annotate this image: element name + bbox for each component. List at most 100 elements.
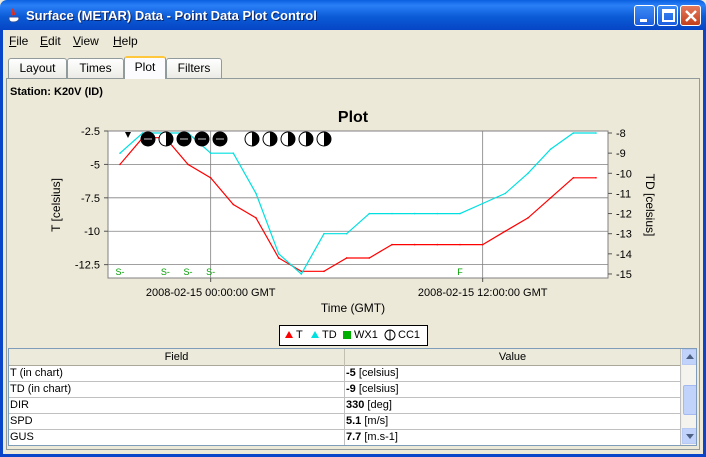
arrow-up-icon [686, 354, 694, 359]
point-marker-icon [285, 331, 293, 338]
right-tick-label: -9 [616, 148, 626, 160]
weather-marker: F [457, 267, 463, 277]
table-header: Field Value [9, 349, 681, 366]
window-title: Surface (METAR) Data - Point Data Plot C… [26, 8, 317, 23]
right-tick-label: -13 [616, 229, 632, 241]
field-cell: T (in chart) [9, 366, 345, 382]
left-tick-label: -10 [84, 226, 100, 238]
value-cell: 5.1 [m/s] [345, 414, 681, 430]
station-label: Station: K20V (ID) [10, 86, 103, 98]
column-header-field[interactable]: Field [9, 349, 345, 366]
left-axis-label: T [celsius] [49, 178, 63, 232]
field-value-table[interactable]: Field Value T (in chart) -5 [celsius] TD… [8, 348, 697, 446]
data-point-td [595, 132, 597, 134]
weather-marker: S- [206, 267, 215, 277]
x-axis: 2008-02-15 00:00:00 GMT 2008-02-15 12:00:… [146, 278, 548, 299]
data-point-td [368, 212, 371, 215]
square-icon [343, 331, 351, 339]
data-point-t [323, 270, 325, 273]
scroll-down-button[interactable] [682, 428, 696, 444]
data-point-td [527, 172, 529, 175]
x-tick-label: 2008-02-15 12:00:00 GMT [418, 287, 548, 299]
data-point-t [572, 176, 575, 179]
tab-filters[interactable]: Filters [166, 58, 222, 78]
right-tick-label: -11 [616, 188, 631, 200]
right-tick-label: -10 [616, 168, 632, 180]
chart-title: Plot [338, 109, 369, 126]
data-point-td [436, 212, 439, 215]
data-point-td [504, 192, 507, 195]
tab-plot[interactable]: Plot [124, 56, 166, 79]
java-app-icon [8, 8, 20, 23]
data-point-t [187, 163, 189, 166]
plot-area [107, 130, 609, 279]
tab-times[interactable]: Times [67, 58, 124, 78]
data-point-td [255, 192, 257, 195]
right-tick-label: -12 [616, 209, 632, 221]
data-point-td [300, 273, 303, 275]
data-point-t [209, 176, 212, 179]
arrow-down-icon [686, 434, 694, 439]
data-point-td [345, 232, 348, 235]
tab-layout[interactable]: Layout [8, 58, 67, 78]
field-cell: DIR [9, 398, 345, 414]
table-row[interactable]: TD (in chart) -9 [celsius] [9, 382, 681, 398]
data-point-td [572, 132, 575, 134]
right-axis-label: TD [celsius] [643, 174, 657, 237]
weather-marker: S- [184, 267, 193, 277]
close-button[interactable] [680, 5, 701, 26]
maximize-button[interactable] [657, 5, 678, 26]
data-point-td [391, 212, 393, 215]
field-cell: SPD [9, 414, 345, 430]
data-point-t [527, 217, 529, 219]
data-point-t [232, 203, 235, 206]
value-cell: 330 [deg] [345, 398, 681, 414]
data-point-td [549, 148, 552, 150]
table-scrollbar[interactable] [681, 349, 696, 445]
menu-view[interactable]: View [73, 34, 99, 48]
value-cell: -9 [celsius] [345, 382, 681, 398]
data-point-td [481, 202, 484, 205]
menu-bar: File Edit View Help [3, 30, 703, 52]
right-axis: -8 -9 -10 -11 -12 -13 -14 -15 [608, 128, 632, 281]
column-header-value[interactable]: Value [345, 349, 681, 366]
minimize-icon [640, 19, 647, 22]
data-point-t [391, 243, 393, 246]
data-point-t [255, 217, 257, 219]
value-cell: 7.7 [m.s-1] [345, 430, 681, 445]
point-marker-icon [311, 331, 319, 338]
data-point-td [232, 152, 235, 154]
field-cell: GUS [9, 430, 345, 445]
data-point-td [323, 232, 325, 235]
left-tick-label: -5 [90, 159, 100, 171]
menu-edit[interactable]: Edit [40, 34, 61, 48]
scroll-thumb[interactable] [683, 385, 696, 415]
left-tick-label: -12.5 [75, 260, 100, 272]
menu-help[interactable]: Help [113, 34, 138, 48]
cloud-cover-icon [384, 329, 396, 341]
left-axis: -2.5 -5 -7.5 -10 -12.5 [75, 126, 108, 272]
data-point-td [413, 212, 416, 215]
data-point-t [345, 257, 348, 259]
data-point-td [459, 212, 461, 215]
data-point-td [209, 152, 212, 154]
scroll-up-button[interactable] [682, 349, 696, 365]
title-bar[interactable]: Surface (METAR) Data - Point Data Plot C… [0, 0, 706, 30]
maximize-icon [662, 9, 675, 22]
data-point-t [481, 243, 484, 246]
table-row[interactable]: GUS 7.7 [m.s-1] [9, 430, 681, 445]
right-tick-label: -14 [616, 249, 632, 261]
right-tick-label: -8 [616, 128, 626, 140]
x-axis-label: Time (GMT) [321, 301, 385, 315]
minimize-button[interactable] [634, 5, 655, 26]
chart-legend: T TD WX1 CC1 [279, 325, 428, 346]
weather-marker: S- [116, 267, 125, 277]
data-point-t [277, 257, 280, 259]
menu-file[interactable]: File [9, 34, 28, 48]
data-point-t [459, 243, 461, 246]
table-row[interactable]: SPD 5.1 [m/s] [9, 414, 681, 430]
plot-chart[interactable]: Plot -2.5 -5 -7.5 -10 -12.5 -8 -9 -10 -11 -12 -13… [8, 102, 698, 320]
legend-item-t: T [284, 329, 303, 341]
table-row[interactable]: DIR 330 [deg] [9, 398, 681, 414]
table-row[interactable]: T (in chart) -5 [celsius] [9, 366, 681, 382]
